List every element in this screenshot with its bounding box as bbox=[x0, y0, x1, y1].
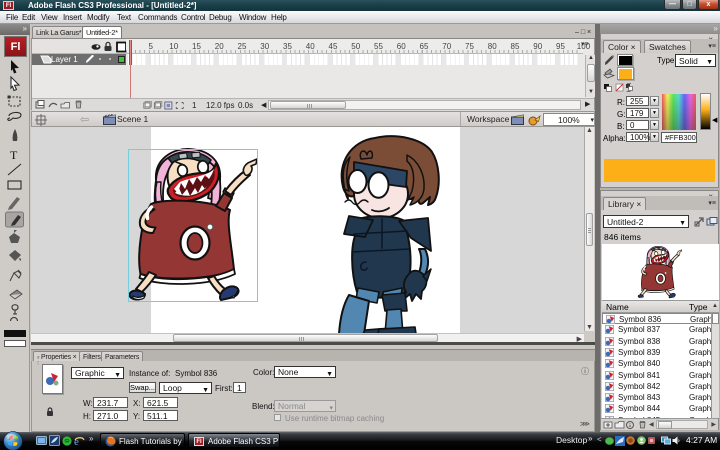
svg-text:T: T bbox=[10, 148, 18, 162]
